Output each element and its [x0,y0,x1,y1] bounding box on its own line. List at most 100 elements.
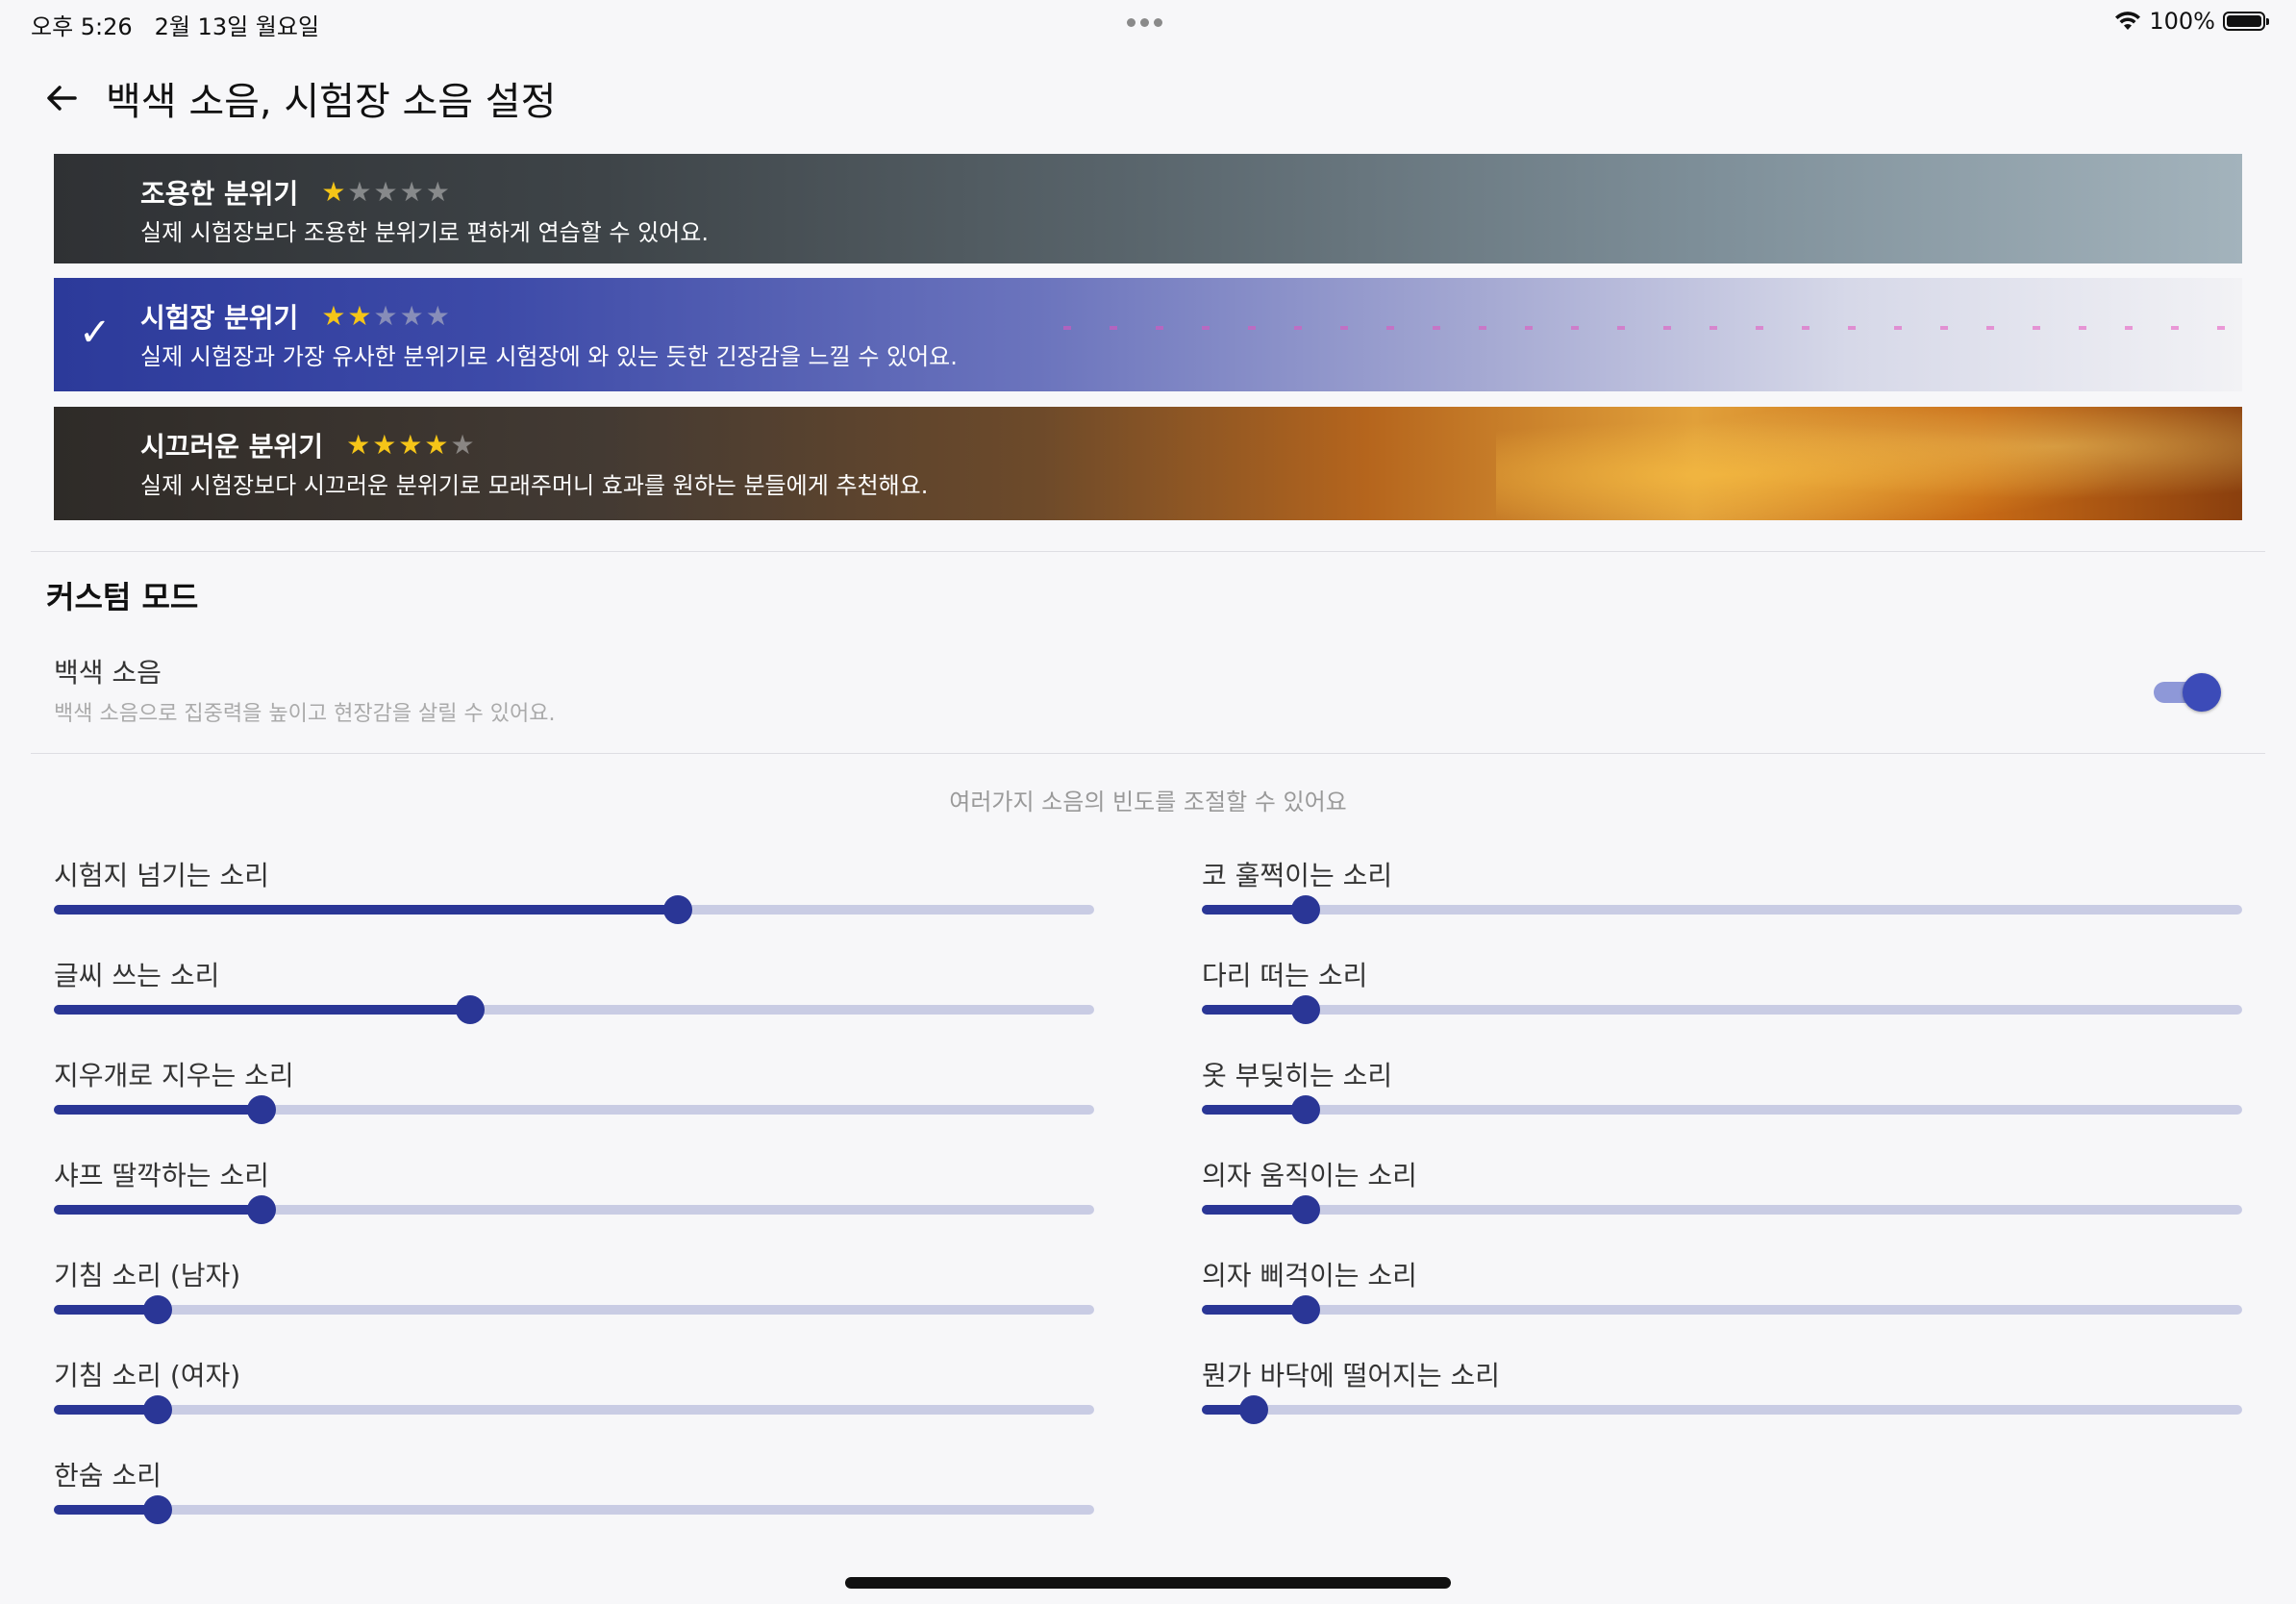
slider-thumb[interactable] [1291,1095,1321,1124]
slider-fill [54,1105,262,1115]
star-rating: ★ ★ ★ ★ ★ [346,432,475,459]
slider-track[interactable] [1202,1095,2242,1124]
slider-thumb[interactable] [143,1495,173,1524]
battery-icon [2223,12,2269,31]
slider-label: 샤프 딸깍하는 소리 [54,1160,269,1191]
slider-track[interactable] [54,895,1094,924]
star-filled-icon: ★ [346,429,371,461]
slider-track[interactable] [54,1295,1094,1324]
slider-label: 옷 부딪히는 소리 [1202,1060,1393,1091]
star-filled-icon: ★ [398,429,423,461]
status-right: 100% [2114,8,2269,35]
divider [31,753,2265,754]
slider-thumb[interactable] [1291,995,1321,1024]
star-filled-icon: ★ [372,429,397,461]
slider-track[interactable] [1202,1195,2242,1224]
slider-fill [54,905,679,915]
slider-thumb[interactable] [663,895,693,924]
star-empty-icon: ★ [399,300,424,332]
header: 백색 소음, 시험장 소음 설정 [38,69,556,127]
slider-thumb[interactable] [143,1395,173,1424]
slider-label: 지우개로 지우는 소리 [54,1060,294,1091]
slider-fill [54,1405,159,1415]
slider-thumb[interactable] [143,1295,173,1324]
slider-fill [1202,1105,1307,1115]
white-noise-label: 백색 소음 [54,657,162,689]
preset-title: 시험장 분위기 [140,302,299,334]
status-time-text: 오후 5:26 [31,13,133,40]
slider-thumb[interactable] [1291,1295,1321,1324]
sound-slider: 한숨 소리 [54,1455,1094,1541]
star-filled-icon: ★ [321,176,346,208]
slider-label: 다리 떠는 소리 [1202,960,1368,991]
slider-thumb[interactable] [455,995,485,1024]
custom-mode-title: 커스텀 모드 [46,579,199,615]
sound-slider: 코 훌쩍이는 소리 [1202,855,2242,941]
sound-slider: 시험지 넘기는 소리 [54,855,1094,941]
preset-exam[interactable]: ✓ 시험장 분위기 ★ ★ ★ ★ ★ 실제 시험장과 가장 유사한 분위기로 시험장에… [54,278,2242,391]
preset-description: 실제 시험장보다 조용한 분위기로 편하게 연습할 수 있어요. [140,219,709,246]
star-filled-icon: ★ [347,300,372,332]
slider-label: 글씨 쓰는 소리 [54,960,220,991]
sound-slider: 샤프 딸깍하는 소리 [54,1155,1094,1241]
slider-label: 의자 삐걱이는 소리 [1202,1260,1417,1291]
preset-title: 시끄러운 분위기 [140,431,324,463]
star-empty-icon: ★ [399,176,424,208]
page-title: 백색 소음, 시험장 소음 설정 [106,80,557,124]
preset-quiet[interactable]: 조용한 분위기 ★ ★ ★ ★ ★ 실제 시험장보다 조용한 분위기로 편하게 연습할 … [54,154,2242,263]
star-empty-icon: ★ [450,429,475,461]
slider-track[interactable] [1202,1395,2242,1424]
arrow-left-icon[interactable] [38,75,85,121]
slider-track[interactable] [1202,895,2242,924]
slider-thumb[interactable] [1291,895,1321,924]
slider-label: 코 훌쩍이는 소리 [1202,860,1393,891]
star-empty-icon: ★ [347,176,372,208]
checkmark-icon: ✓ [79,311,112,355]
divider [31,551,2265,552]
slider-fill [54,1005,470,1015]
slider-track[interactable] [54,1395,1094,1424]
multitasking-dots-icon[interactable] [1127,18,1162,27]
sound-slider: 다리 떠는 소리 [1202,955,2242,1041]
white-noise-toggle[interactable] [2152,673,2221,712]
slider-track[interactable] [1202,1295,2242,1324]
sound-slider: 지우개로 지우는 소리 [54,1055,1094,1141]
slider-label: 시험지 넘기는 소리 [54,860,269,891]
preset-title: 조용한 분위기 [140,178,299,210]
slider-track[interactable] [54,1095,1094,1124]
slider-fill [1202,1005,1307,1015]
battery-percent: 100% [2149,8,2215,35]
slider-label: 기침 소리 (남자) [54,1260,241,1291]
sound-slider: 글씨 쓰는 소리 [54,955,1094,1041]
frequency-caption: 여러가지 소음의 빈도를 조절할 수 있어요 [949,789,1347,815]
slider-track[interactable] [54,1195,1094,1224]
preset-noisy[interactable]: 시끄러운 분위기 ★ ★ ★ ★ ★ 실제 시험장보다 시끄러운 분위기로 모래주머니 … [54,407,2242,520]
star-empty-icon: ★ [425,300,450,332]
wifi-icon [2115,12,2141,30]
slider-thumb[interactable] [1291,1195,1321,1224]
star-empty-icon: ★ [373,300,398,332]
slider-thumb[interactable] [247,1195,277,1224]
slider-track[interactable] [1202,995,2242,1024]
star-filled-icon: ★ [321,300,346,332]
home-indicator[interactable] [845,1577,1451,1589]
slider-thumb[interactable] [247,1095,277,1124]
slider-fill [54,1305,159,1315]
slider-track[interactable] [54,995,1094,1024]
slider-thumb[interactable] [1239,1395,1269,1424]
slider-label: 의자 움직이는 소리 [1202,1160,1417,1191]
slider-fill [54,1205,262,1215]
status-time: 오후 5:26 2월 13일 월요일 [31,8,319,41]
preset-description: 실제 시험장보다 시끄러운 분위기로 모래주머니 효과를 원하는 분들에게 추천… [140,472,929,499]
slider-track[interactable] [54,1495,1094,1524]
star-rating: ★ ★ ★ ★ ★ [321,303,450,330]
star-empty-icon: ★ [373,176,398,208]
white-noise-description: 백색 소음으로 집중력을 높이고 현장감을 살릴 수 있어요. [54,702,556,726]
slider-fill [1202,905,1307,915]
sound-slider: 의자 삐걱이는 소리 [1202,1255,2242,1341]
preset-description: 실제 시험장과 가장 유사한 분위기로 시험장에 와 있는 듯한 긴장감을 느낄… [140,343,958,370]
slider-fill [54,1505,159,1515]
status-bar: 오후 5:26 2월 13일 월요일 100% [0,0,2296,46]
slider-label: 뭔가 바닥에 떨어지는 소리 [1202,1360,1501,1391]
sound-slider: 옷 부딪히는 소리 [1202,1055,2242,1141]
